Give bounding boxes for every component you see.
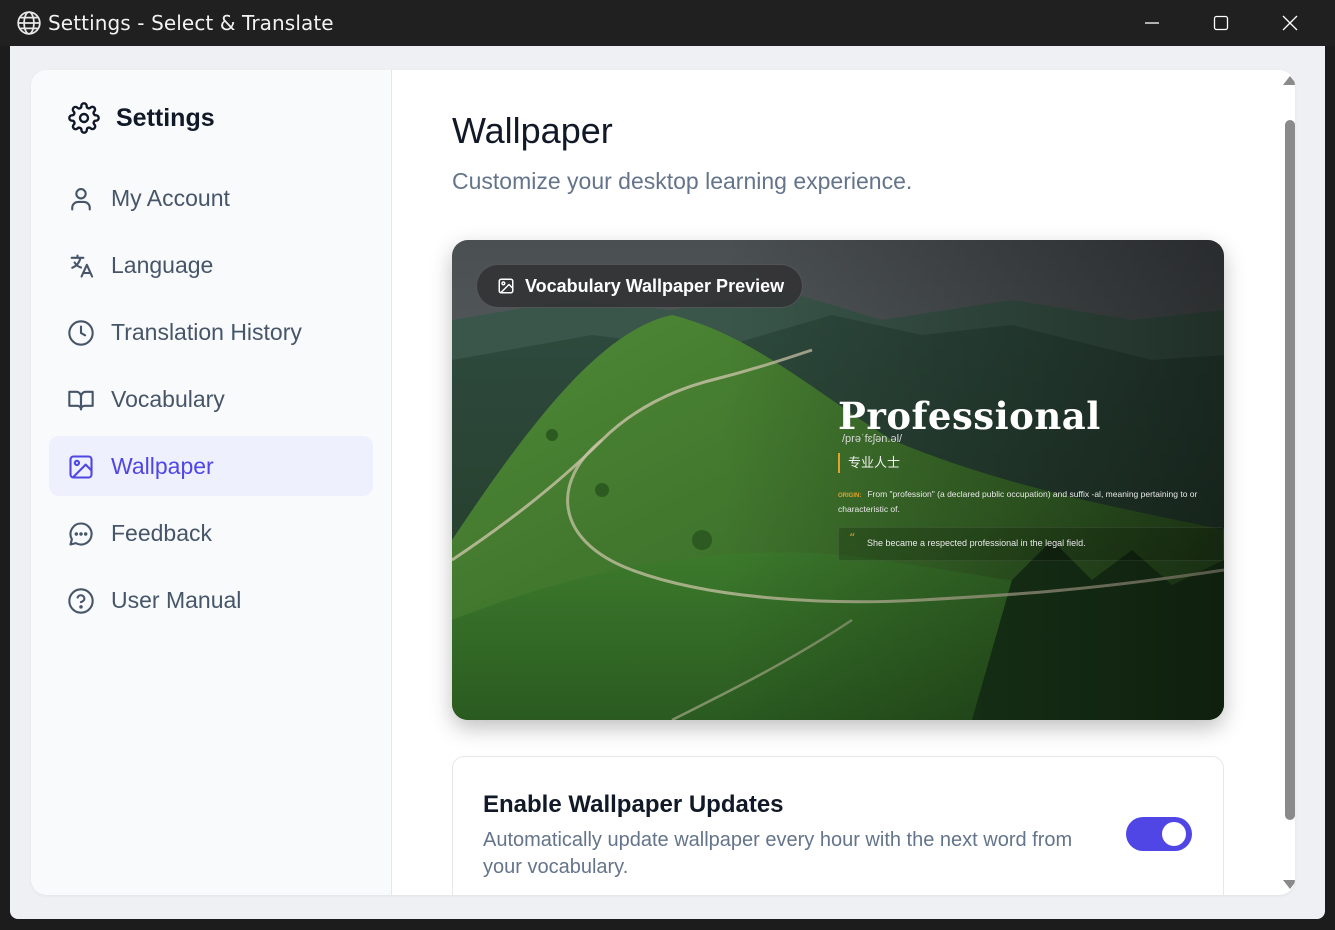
origin-text: From "profession" (a declared public occ… bbox=[838, 489, 1198, 514]
window-title: Settings - Select & Translate bbox=[48, 11, 334, 35]
maximize-icon bbox=[1213, 15, 1229, 31]
close-button[interactable] bbox=[1256, 0, 1324, 46]
sidebar-item-translation-history[interactable]: Translation History bbox=[49, 302, 373, 362]
maximize-button[interactable] bbox=[1187, 0, 1255, 46]
scroll-up-arrow[interactable] bbox=[1283, 76, 1295, 85]
close-icon bbox=[1282, 15, 1298, 31]
sidebar-item-label: Language bbox=[111, 252, 214, 278]
wallpaper-phonetic: /prəˈfɛʃən.əl/ bbox=[842, 433, 903, 445]
sidebar: Settings My Account Language Translation… bbox=[31, 70, 392, 895]
origin-label: ORIGIN: bbox=[838, 493, 862, 499]
minimize-icon bbox=[1145, 22, 1159, 24]
window-body: Settings My Account Language Translation… bbox=[10, 46, 1325, 919]
wallpaper-origin: ORIGIN: From "profession" (a declared pub… bbox=[838, 488, 1213, 516]
wallpaper-translation: 专业人士 bbox=[838, 453, 900, 473]
sidebar-header: Settings bbox=[68, 102, 215, 134]
preview-label: Vocabulary Wallpaper Preview bbox=[525, 275, 785, 296]
sidebar-item-language[interactable]: Language bbox=[49, 235, 373, 295]
sidebar-item-label: User Manual bbox=[111, 587, 242, 613]
landscape-image bbox=[452, 240, 1224, 720]
globe-icon bbox=[17, 11, 41, 35]
sidebar-item-label: My Account bbox=[111, 185, 230, 211]
toggle-knob bbox=[1162, 822, 1186, 846]
main-content: Wallpaper Customize your desktop learnin… bbox=[393, 70, 1295, 895]
example-text: She became a respected professional in t… bbox=[867, 538, 1086, 548]
sidebar-item-wallpaper[interactable]: Wallpaper bbox=[49, 436, 373, 496]
setting-title: Enable Wallpaper Updates bbox=[483, 791, 784, 818]
quote-icon: “ bbox=[849, 531, 856, 545]
window-titlebar: Settings - Select & Translate bbox=[0, 0, 1335, 46]
chat-bubble-icon bbox=[69, 522, 93, 546]
page-subtitle: Customize your desktop learning experien… bbox=[452, 168, 913, 194]
settings-card: Settings My Account Language Translation… bbox=[31, 70, 1295, 895]
minimize-button[interactable] bbox=[1118, 0, 1186, 46]
sidebar-item-my-account[interactable]: My Account bbox=[49, 168, 373, 228]
page-title: Wallpaper bbox=[452, 110, 613, 151]
clock-icon bbox=[68, 320, 94, 346]
wallpaper-preview: Vocabulary Wallpaper Preview Professiona… bbox=[452, 240, 1224, 720]
sidebar-item-label: Feedback bbox=[111, 520, 213, 546]
sidebar-item-user-manual[interactable]: User Manual bbox=[49, 570, 373, 630]
wallpaper-updates-setting: Enable Wallpaper Updates Automatically u… bbox=[452, 756, 1224, 895]
scroll-down-arrow[interactable] bbox=[1283, 880, 1295, 889]
sidebar-item-vocabulary[interactable]: Vocabulary bbox=[49, 369, 373, 429]
image-icon bbox=[498, 278, 514, 294]
sidebar-item-label: Wallpaper bbox=[111, 453, 214, 479]
wallpaper-updates-toggle[interactable] bbox=[1126, 817, 1192, 851]
sidebar-title: Settings bbox=[116, 103, 215, 132]
wallpaper-example: “ She became a respected professional in… bbox=[838, 527, 1224, 561]
scrollbar-thumb[interactable] bbox=[1285, 120, 1295, 820]
sidebar-item-feedback[interactable]: Feedback bbox=[49, 503, 373, 563]
setting-description: Automatically update wallpaper every hou… bbox=[483, 829, 1073, 878]
user-icon bbox=[71, 188, 91, 211]
preview-label-pill: Vocabulary Wallpaper Preview bbox=[476, 264, 804, 308]
gear-icon bbox=[68, 102, 100, 134]
image-icon bbox=[69, 455, 93, 479]
sidebar-item-label: Vocabulary bbox=[111, 386, 225, 412]
help-circle-icon bbox=[68, 588, 94, 614]
book-open-icon bbox=[68, 390, 94, 411]
sidebar-item-label: Translation History bbox=[111, 319, 302, 345]
scrollbar[interactable] bbox=[1281, 74, 1295, 891]
wallpaper-word: Professional bbox=[838, 394, 1101, 438]
translate-icon bbox=[70, 254, 94, 278]
